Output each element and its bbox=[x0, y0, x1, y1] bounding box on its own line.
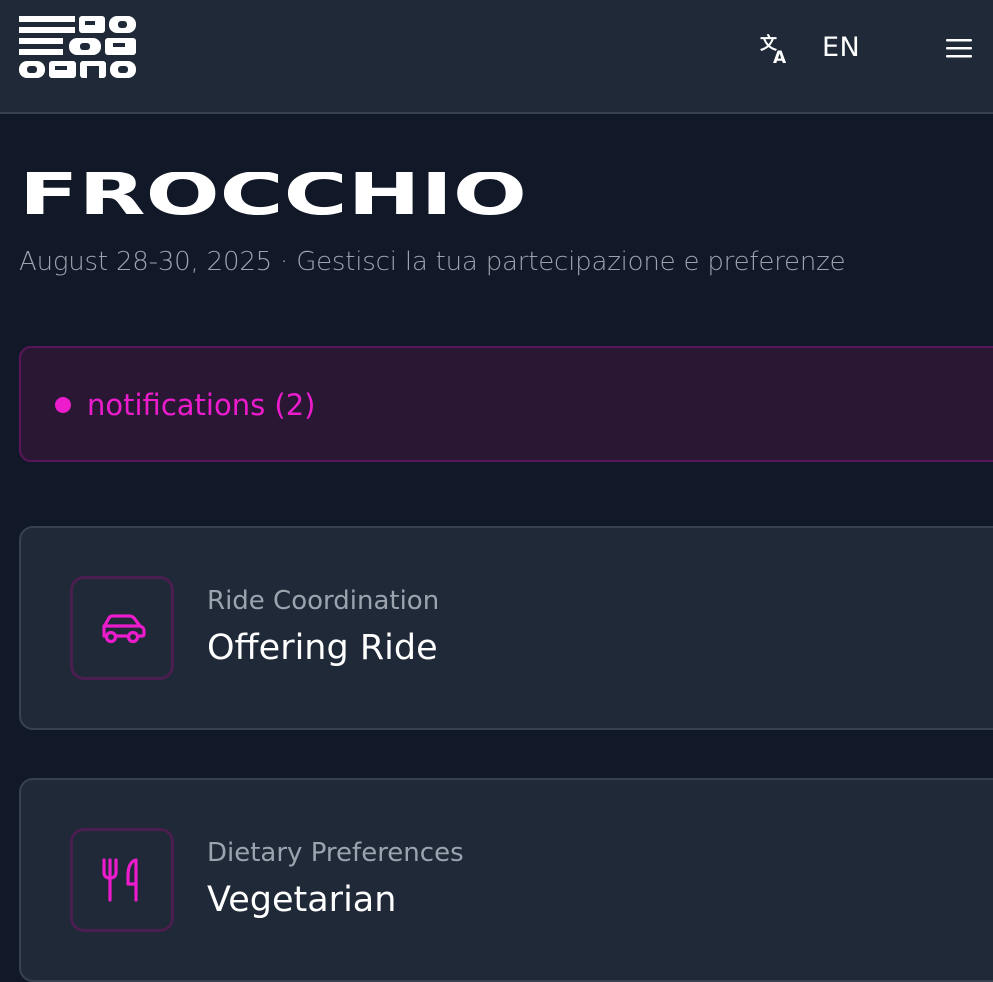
notification-dot-icon bbox=[55, 397, 71, 413]
page-subtitle: August 28-30, 2025 · Gestisci la tua par… bbox=[19, 247, 846, 277]
card-label: Dietary Preferences bbox=[207, 838, 464, 868]
car-icon bbox=[70, 576, 174, 680]
card-label: Ride Coordination bbox=[207, 586, 440, 616]
dietary-preferences-card[interactable]: Dietary Preferences Vegetarian bbox=[19, 778, 993, 982]
notifications-banner[interactable]: notifications (2) bbox=[19, 346, 993, 462]
translate-icon[interactable]: 文 A bbox=[758, 31, 792, 68]
hamburger-menu-icon[interactable] bbox=[946, 37, 972, 59]
page-title: FROCCHIO bbox=[19, 172, 539, 220]
card-value: Vegetarian bbox=[207, 880, 397, 920]
page-title-text: FROCCHIO bbox=[19, 172, 527, 220]
language-selector[interactable]: EN bbox=[822, 30, 860, 66]
notifications-label: notifications (2) bbox=[87, 388, 316, 422]
svg-text:A: A bbox=[773, 48, 787, 65]
brand-logo[interactable] bbox=[19, 15, 137, 81]
top-header: 文 A EN bbox=[0, 0, 993, 114]
utensils-icon bbox=[70, 828, 174, 932]
logo-mark bbox=[19, 16, 136, 78]
card-value: Offering Ride bbox=[207, 628, 438, 668]
ride-coordination-card[interactable]: Ride Coordination Offering Ride bbox=[19, 526, 993, 730]
